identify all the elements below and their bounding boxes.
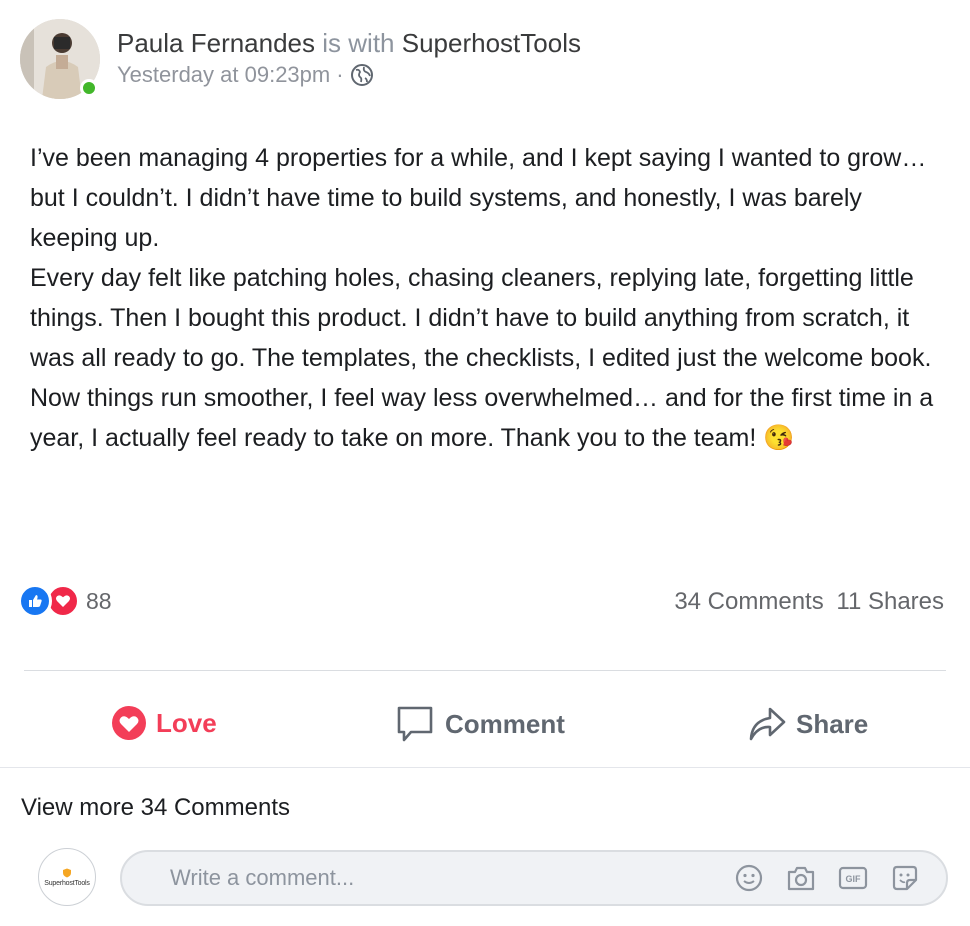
globe-icon[interactable] bbox=[350, 63, 374, 87]
shares-count-link[interactable]: 11 Shares bbox=[836, 588, 944, 615]
post-stats: 34 Comments 11 Shares bbox=[674, 588, 944, 616]
post-paragraph: Now things run smoother, I feel way less… bbox=[30, 384, 934, 452]
post-meta: Yesterday at 09:23pm · bbox=[117, 62, 374, 88]
comment-input[interactable] bbox=[168, 864, 692, 892]
comment-composer[interactable]: GIF bbox=[120, 850, 948, 906]
post-timestamp[interactable]: Yesterday at 09:23pm bbox=[117, 62, 330, 88]
author-name[interactable]: Paula Fernandes bbox=[117, 28, 315, 58]
reaction-summary[interactable]: 88 bbox=[18, 584, 112, 618]
view-more-comments-link[interactable]: View more 34 Comments bbox=[21, 794, 290, 822]
commenter-avatar: SuperhostTools bbox=[38, 848, 96, 906]
online-status-dot bbox=[80, 79, 98, 97]
kiss-emoji: 😘 bbox=[763, 424, 795, 452]
comment-label: Comment bbox=[445, 708, 565, 739]
love-reaction-icon bbox=[112, 706, 146, 740]
tagged-page[interactable]: SuperhostTools bbox=[402, 28, 581, 58]
meta-separator: · bbox=[336, 62, 344, 87]
commenter-logo-text: SuperhostTools bbox=[44, 879, 90, 887]
divider bbox=[0, 767, 970, 768]
svg-text:GIF: GIF bbox=[846, 874, 862, 884]
post-paragraph: Every day felt like patching holes, chas… bbox=[30, 264, 932, 372]
divider bbox=[24, 670, 946, 671]
share-button[interactable]: Share bbox=[748, 706, 868, 742]
post-body: I’ve been managing 4 properties for a wh… bbox=[30, 138, 950, 458]
emoji-icon[interactable] bbox=[734, 863, 764, 893]
comment-button[interactable]: Comment bbox=[395, 704, 565, 744]
gif-icon[interactable]: GIF bbox=[838, 863, 868, 893]
sticker-icon[interactable] bbox=[890, 863, 920, 893]
comment-icon bbox=[395, 704, 435, 744]
with-text: is with bbox=[322, 28, 395, 58]
share-icon bbox=[748, 706, 786, 742]
post-paragraph: I’ve been managing 4 properties for a wh… bbox=[30, 144, 927, 252]
like-icon bbox=[18, 584, 52, 618]
love-label: Love bbox=[156, 707, 217, 738]
share-label: Share bbox=[796, 708, 869, 739]
shield-icon bbox=[62, 868, 72, 878]
camera-icon[interactable] bbox=[786, 863, 816, 893]
comments-count-link[interactable]: 34 Comments bbox=[674, 588, 823, 615]
composer-tools: GIF bbox=[712, 863, 920, 893]
post-author-line: Paula Fernandes is with SuperhostTools bbox=[117, 28, 581, 59]
reaction-count: 88 bbox=[86, 587, 112, 614]
love-button[interactable]: Love bbox=[112, 706, 217, 740]
